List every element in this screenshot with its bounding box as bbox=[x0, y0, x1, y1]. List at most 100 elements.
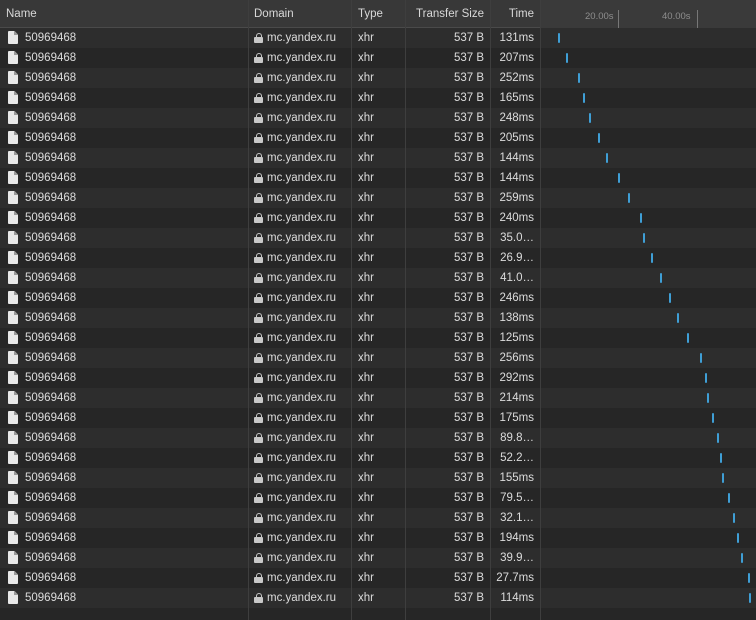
request-domain: mc.yandex.ru bbox=[267, 32, 337, 44]
waterfall-cell bbox=[541, 48, 756, 68]
waterfall-bar bbox=[676, 313, 679, 323]
table-row[interactable]: 50969468 mc.yandex.ru xhr 537 B 240ms bbox=[0, 208, 756, 228]
request-transfer-size: 537 B bbox=[453, 232, 484, 244]
table-row[interactable]: 50969468 mc.yandex.ru xhr 537 B 114ms bbox=[0, 588, 756, 608]
request-transfer-size: 537 B bbox=[453, 212, 484, 224]
request-transfer-size: 537 B bbox=[453, 592, 484, 604]
request-transfer-size: 537 B bbox=[453, 252, 484, 264]
request-transfer-size: 537 B bbox=[453, 572, 484, 584]
column-divider[interactable] bbox=[540, 0, 541, 620]
table-row[interactable]: 50969468 mc.yandex.ru xhr 537 B 259ms bbox=[0, 188, 756, 208]
request-domain: mc.yandex.ru bbox=[267, 252, 337, 264]
waterfall-bar bbox=[598, 133, 601, 143]
request-type: xhr bbox=[358, 272, 374, 284]
waterfall-cell bbox=[541, 328, 756, 348]
waterfall-bar bbox=[732, 513, 735, 523]
table-row[interactable]: 50969468 mc.yandex.ru xhr 537 B 144ms bbox=[0, 148, 756, 168]
request-type: xhr bbox=[358, 312, 374, 324]
column-divider[interactable] bbox=[351, 0, 352, 620]
table-row[interactable]: 50969468 mc.yandex.ru xhr 537 B 138ms bbox=[0, 308, 756, 328]
waterfall-bar bbox=[642, 233, 645, 243]
table-row[interactable]: 50969468 mc.yandex.ru xhr 537 B 125ms bbox=[0, 328, 756, 348]
request-type: xhr bbox=[358, 92, 374, 104]
column-header-time[interactable]: Time bbox=[490, 0, 540, 28]
table-row[interactable]: 50969468 mc.yandex.ru xhr 537 B 131ms bbox=[0, 28, 756, 48]
request-domain: mc.yandex.ru bbox=[267, 352, 337, 364]
request-domain: mc.yandex.ru bbox=[267, 152, 337, 164]
request-type: xhr bbox=[358, 392, 374, 404]
waterfall-header[interactable]: 20.00s 40.00s bbox=[541, 0, 756, 28]
request-transfer-size: 537 B bbox=[453, 372, 484, 384]
table-row[interactable]: 50969468 mc.yandex.ru xhr 537 B 205ms bbox=[0, 128, 756, 148]
waterfall-cell bbox=[541, 228, 756, 248]
table-row[interactable]: 50969468 mc.yandex.ru xhr 537 B 194ms bbox=[0, 528, 756, 548]
waterfall-bar bbox=[618, 173, 621, 183]
request-transfer-size: 537 B bbox=[453, 452, 484, 464]
table-row[interactable]: 50969468 mc.yandex.ru xhr 537 B 27.7ms bbox=[0, 568, 756, 588]
request-domain: mc.yandex.ru bbox=[267, 172, 337, 184]
table-row[interactable]: 50969468 mc.yandex.ru xhr 537 B 52.2… bbox=[0, 448, 756, 468]
waterfall-bar bbox=[687, 333, 690, 343]
request-type: xhr bbox=[358, 232, 374, 244]
table-row[interactable]: 50969468 mc.yandex.ru xhr 537 B 256ms bbox=[0, 348, 756, 368]
request-time: 27.7ms bbox=[496, 572, 534, 584]
table-row[interactable]: 50969468 mc.yandex.ru xhr 537 B 35.0… bbox=[0, 228, 756, 248]
request-time: 214ms bbox=[499, 392, 534, 404]
table-row[interactable]: 50969468 mc.yandex.ru xhr 537 B 155ms bbox=[0, 468, 756, 488]
column-divider[interactable] bbox=[248, 0, 249, 620]
request-domain: mc.yandex.ru bbox=[267, 52, 337, 64]
request-name: 50969468 bbox=[25, 252, 77, 264]
request-domain: mc.yandex.ru bbox=[267, 272, 337, 284]
request-domain: mc.yandex.ru bbox=[267, 292, 337, 304]
request-domain: mc.yandex.ru bbox=[267, 332, 337, 344]
waterfall-cell bbox=[541, 88, 756, 108]
column-header-transfer-size[interactable]: Transfer Size bbox=[405, 0, 490, 28]
request-transfer-size: 537 B bbox=[453, 52, 484, 64]
table-row[interactable]: 50969468 mc.yandex.ru xhr 537 B 292ms bbox=[0, 368, 756, 388]
waterfall-cell bbox=[541, 568, 756, 588]
waterfall-bar bbox=[627, 193, 630, 203]
request-domain: mc.yandex.ru bbox=[267, 392, 337, 404]
table-row[interactable]: 50969468 mc.yandex.ru xhr 537 B 79.5… bbox=[0, 488, 756, 508]
request-name: 50969468 bbox=[25, 472, 77, 484]
waterfall-bar bbox=[588, 113, 591, 123]
table-row[interactable]: 50969468 mc.yandex.ru xhr 537 B 26.9… bbox=[0, 248, 756, 268]
request-domain: mc.yandex.ru bbox=[267, 112, 337, 124]
table-row[interactable]: 50969468 mc.yandex.ru xhr 537 B 32.1… bbox=[0, 508, 756, 528]
request-time: 52.2… bbox=[500, 452, 534, 464]
request-time: 79.5… bbox=[500, 492, 534, 504]
table-row[interactable]: 50969468 mc.yandex.ru xhr 537 B 207ms bbox=[0, 48, 756, 68]
table-row[interactable]: 50969468 mc.yandex.ru xhr 537 B 39.9… bbox=[0, 548, 756, 568]
column-divider[interactable] bbox=[405, 0, 406, 620]
table-row[interactable]: 50969468 mc.yandex.ru xhr 537 B 175ms bbox=[0, 408, 756, 428]
request-transfer-size: 537 B bbox=[453, 72, 484, 84]
waterfall-cell bbox=[541, 528, 756, 548]
table-row[interactable]: 50969468 mc.yandex.ru xhr 537 B 246ms bbox=[0, 288, 756, 308]
table-row[interactable]: 50969468 mc.yandex.ru xhr 537 B 248ms bbox=[0, 108, 756, 128]
table-row[interactable]: 50969468 mc.yandex.ru xhr 537 B 214ms bbox=[0, 388, 756, 408]
column-header-name[interactable]: Name bbox=[0, 0, 248, 28]
table-row[interactable]: 50969468 mc.yandex.ru xhr 537 B 165ms bbox=[0, 88, 756, 108]
table-row[interactable]: 50969468 mc.yandex.ru xhr 537 B 144ms bbox=[0, 168, 756, 188]
waterfall-cell bbox=[541, 128, 756, 148]
request-domain: mc.yandex.ru bbox=[267, 572, 337, 584]
column-divider[interactable] bbox=[490, 0, 491, 620]
waterfall-cell bbox=[541, 448, 756, 468]
waterfall-bar bbox=[720, 453, 723, 463]
request-name: 50969468 bbox=[25, 72, 77, 84]
request-domain: mc.yandex.ru bbox=[267, 212, 337, 224]
table-row[interactable]: 50969468 mc.yandex.ru xhr 537 B 252ms bbox=[0, 68, 756, 88]
request-domain: mc.yandex.ru bbox=[267, 472, 337, 484]
request-type: xhr bbox=[358, 192, 374, 204]
request-transfer-size: 537 B bbox=[453, 92, 484, 104]
request-type: xhr bbox=[358, 532, 374, 544]
request-time: 205ms bbox=[499, 132, 534, 144]
request-name: 50969468 bbox=[25, 152, 77, 164]
column-header-type[interactable]: Type bbox=[351, 0, 405, 28]
request-type: xhr bbox=[358, 132, 374, 144]
request-time: 144ms bbox=[499, 172, 534, 184]
table-row[interactable]: 50969468 mc.yandex.ru xhr 537 B 41.0… bbox=[0, 268, 756, 288]
column-header-domain[interactable]: Domain bbox=[248, 0, 351, 28]
waterfall-cell bbox=[541, 368, 756, 388]
table-row[interactable]: 50969468 mc.yandex.ru xhr 537 B 89.8… bbox=[0, 428, 756, 448]
